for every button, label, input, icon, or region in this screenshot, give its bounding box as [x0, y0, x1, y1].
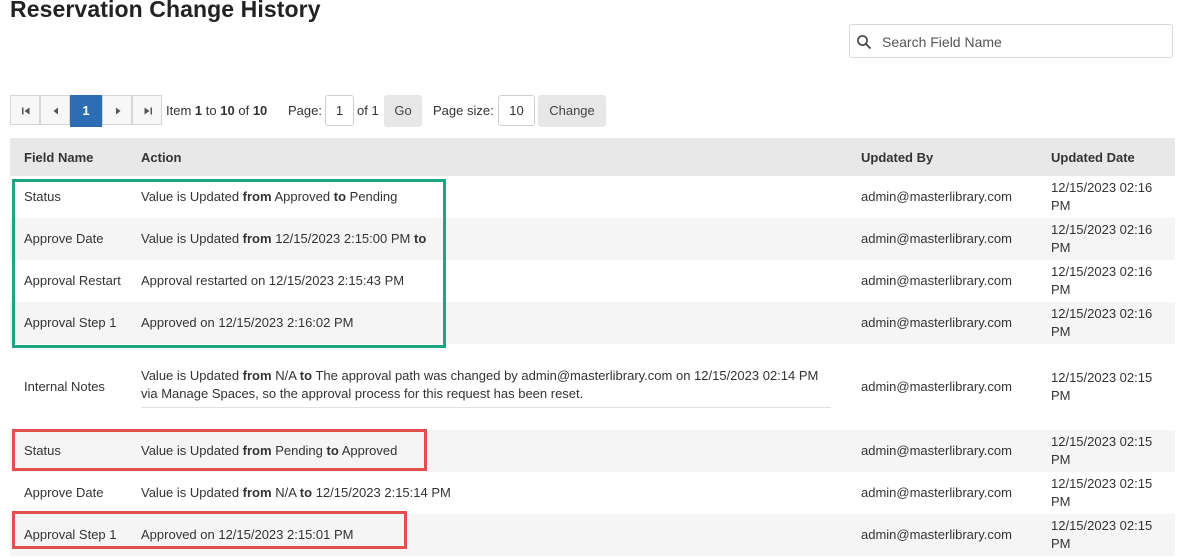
page-title: Reservation Change History [10, 0, 321, 22]
next-page-button[interactable] [102, 95, 132, 125]
action-cell: Value is Updated from N/A to The approva… [127, 344, 847, 430]
column-header-updated-date[interactable]: Updated Date [1037, 138, 1175, 176]
field-name-cell: Approve Date [24, 485, 104, 500]
updated-date-cell: 12/15/2023 02:15 PM [1037, 514, 1175, 556]
updated-date-cell: 12/15/2023 02:15 PM [1051, 476, 1153, 509]
field-name-cell: Internal Notes [24, 379, 105, 394]
table-header-row: Field Name Action Updated By Updated Dat… [10, 138, 1175, 176]
go-button[interactable]: Go [384, 95, 422, 127]
page-number-input[interactable]: 1 [325, 95, 354, 126]
current-page-button[interactable]: 1 [70, 95, 102, 127]
updated-date-cell: 12/15/2023 02:15 PM [1051, 370, 1153, 403]
updated-by-cell: admin@masterlibrary.com [861, 189, 1012, 204]
page-size-input[interactable]: 10 [498, 95, 535, 126]
search-box[interactable] [849, 24, 1174, 58]
page-size-label: Page size: [433, 103, 494, 118]
page-of-text: of 1 [357, 103, 379, 118]
highlight-box-green [12, 179, 446, 348]
prev-page-button[interactable] [40, 95, 70, 125]
next-page-icon [116, 107, 121, 115]
table-row: Internal Notes Value is Updated from N/A… [10, 344, 1175, 430]
highlight-box-red [12, 429, 427, 471]
updated-by-cell: admin@masterlibrary.com [861, 379, 1012, 394]
action-cell: Value is Updated from N/A to 12/15/2023 … [141, 485, 451, 500]
updated-date-cell: 12/15/2023 02:15 PM [1037, 430, 1175, 472]
search-input[interactable] [876, 27, 1174, 57]
column-header-action[interactable]: Action [127, 138, 847, 176]
updated-date-cell: 12/15/2023 02:16 PM [1051, 264, 1153, 297]
updated-by-cell: admin@masterlibrary.com [847, 218, 1037, 260]
highlight-box-red [12, 511, 407, 549]
page-label: Page: [288, 103, 322, 118]
column-header-updated-by[interactable]: Updated By [847, 138, 1037, 176]
updated-by-cell: admin@masterlibrary.com [847, 302, 1037, 344]
last-page-button[interactable] [132, 95, 162, 125]
updated-date-cell: 12/15/2023 02:16 PM [1037, 302, 1175, 344]
updated-date-cell: 12/15/2023 02:16 PM [1051, 180, 1153, 213]
updated-by-cell: admin@masterlibrary.com [847, 430, 1037, 472]
prev-page-icon [53, 107, 58, 115]
table-row: Approve Date Value is Updated from N/A t… [10, 472, 1175, 514]
updated-by-cell: admin@masterlibrary.com [861, 273, 1012, 288]
first-page-icon [22, 107, 30, 115]
updated-date-cell: 12/15/2023 02:16 PM [1037, 218, 1175, 260]
change-button[interactable]: Change [538, 95, 606, 127]
updated-by-cell: admin@masterlibrary.com [861, 485, 1012, 500]
first-page-button[interactable] [10, 95, 40, 125]
column-header-field-name[interactable]: Field Name [10, 138, 127, 176]
last-page-icon [144, 107, 152, 115]
updated-by-cell: admin@masterlibrary.com [847, 514, 1037, 556]
search-icon [857, 35, 872, 50]
item-range: Item 1 to 10 of 10 [166, 103, 268, 118]
